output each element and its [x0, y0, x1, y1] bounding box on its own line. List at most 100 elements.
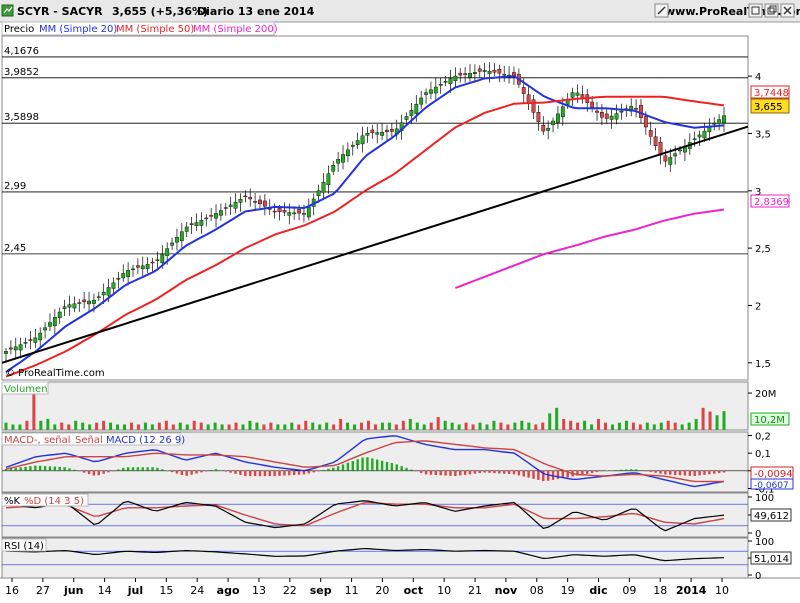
macd-hist-147	[722, 470, 726, 473]
macd-hist-97	[478, 470, 481, 474]
x-label-21: 18	[653, 584, 667, 597]
macd-hist-102	[503, 470, 506, 474]
volume-bar-101	[708, 411, 712, 430]
macd-hist-81	[400, 466, 403, 471]
stock-chart[interactable]: SCYR - SACYR 3,655 (+5,36%) Diario 13 en…	[0, 0, 800, 600]
volume-bar-35	[248, 420, 252, 430]
price-legend: Precio MM (Simple 20) MM (Simple 50) MM …	[1, 21, 278, 36]
macd-hist-100	[493, 470, 496, 474]
candle-body-138	[678, 149, 682, 152]
macd-hist-2	[14, 467, 17, 471]
macd-hist-1	[9, 468, 13, 471]
volume-bar-71	[499, 422, 503, 430]
volume-bar-94	[659, 422, 663, 430]
candle-body-143	[702, 130, 707, 139]
candle-body-32	[160, 253, 165, 263]
macd-hist-60	[297, 470, 301, 475]
macd-hist-103	[507, 470, 511, 475]
volume-bar-100	[701, 407, 705, 430]
volume-bar-10	[74, 420, 78, 430]
panels	[0, 35, 800, 579]
volume-bar-15	[109, 422, 113, 430]
macd-hist-137	[673, 470, 677, 476]
candle-body-20	[101, 291, 106, 296]
candle-body-57	[282, 209, 287, 213]
macd-hist-32	[161, 469, 164, 471]
macd-hist-70	[346, 462, 350, 471]
x-label-8: 13	[252, 584, 266, 597]
macd-hist-46	[229, 470, 232, 473]
macd-hist-90	[444, 470, 447, 476]
edit-pencil-icon[interactable]	[654, 3, 669, 18]
restore-icon[interactable]	[764, 3, 779, 18]
macd-hist-49	[244, 470, 247, 477]
candle-body-78	[385, 129, 389, 132]
macd-hist-38	[190, 470, 193, 475]
candle-body-31	[155, 259, 160, 261]
candle-body-136	[668, 157, 673, 165]
macd-hist-138	[678, 470, 682, 476]
price-tick-0: 4	[755, 72, 761, 83]
candle-body-137	[673, 153, 678, 157]
candle-body-130	[639, 105, 643, 118]
header-price-change: 3,655 (+5,36%)	[112, 5, 208, 18]
candle-body-112	[551, 120, 555, 126]
close-icon[interactable]	[780, 3, 795, 18]
x-label-17: 08	[530, 584, 544, 597]
rsi-panel	[1, 537, 749, 579]
level-label-3: 2,99	[4, 181, 26, 192]
candle-body-93	[458, 72, 463, 76]
macd-hist-74	[366, 457, 369, 471]
candle-body-3	[18, 344, 23, 351]
chart-type-icon[interactable]	[1, 4, 14, 17]
macd-hist-86	[424, 470, 428, 475]
macd-hist-124	[610, 470, 613, 471]
volume-bar-55	[387, 422, 391, 430]
svg-text:3,655: 3,655	[754, 102, 783, 113]
candle-body-60	[297, 209, 301, 214]
macd-hist-21	[107, 470, 110, 473]
svg-text:3,7448: 3,7448	[754, 88, 789, 99]
volume-bar-0	[4, 422, 8, 430]
macd-hist-113	[556, 470, 560, 480]
macd-hist-29	[146, 467, 149, 471]
volume-panel	[1, 381, 749, 431]
candle-body-30	[150, 261, 155, 264]
macd-tick-1: 0,1	[755, 449, 771, 460]
candle-body-107	[526, 94, 531, 104]
candle-body-68	[336, 159, 341, 164]
macd-hist-48	[239, 470, 242, 475]
candle-body-114	[560, 106, 565, 117]
candle-body-49	[243, 195, 248, 198]
candle-body-122	[599, 112, 604, 118]
candle-body-89	[438, 84, 443, 86]
macd-hist-6	[34, 465, 37, 471]
candle-body-144	[707, 127, 712, 133]
volume-bar-1	[11, 424, 15, 430]
macd-hist-87	[429, 470, 433, 475]
candle-body-96	[472, 72, 477, 74]
candle-body-97	[477, 68, 482, 72]
macd-badge-0: -0,0094	[754, 469, 793, 480]
volume-title: Volumen	[4, 384, 48, 395]
candle-body-90	[443, 81, 448, 83]
candle-body-29	[145, 264, 150, 269]
candle-body-41	[204, 217, 209, 220]
window-icon[interactable]	[748, 3, 763, 18]
volume-bar-33	[234, 422, 238, 430]
macd-title-signal: Señal	[75, 435, 103, 446]
candle-body-24	[121, 273, 126, 279]
macd-hist-20	[102, 470, 105, 474]
volume-bar-81	[569, 420, 573, 430]
volume-bar-76	[534, 424, 538, 430]
volume-bar-87	[610, 424, 614, 430]
candle-body-51	[253, 201, 258, 203]
candle-body-86	[424, 92, 428, 95]
candle-body-75	[370, 129, 375, 134]
candle-body-77	[380, 131, 384, 136]
macd-hist-105	[517, 470, 521, 476]
macd-hist-95	[468, 470, 472, 475]
badge-mm200: 2,8369	[750, 194, 790, 208]
macd-hist-80	[395, 464, 398, 471]
x-label-0: 16	[5, 584, 19, 597]
